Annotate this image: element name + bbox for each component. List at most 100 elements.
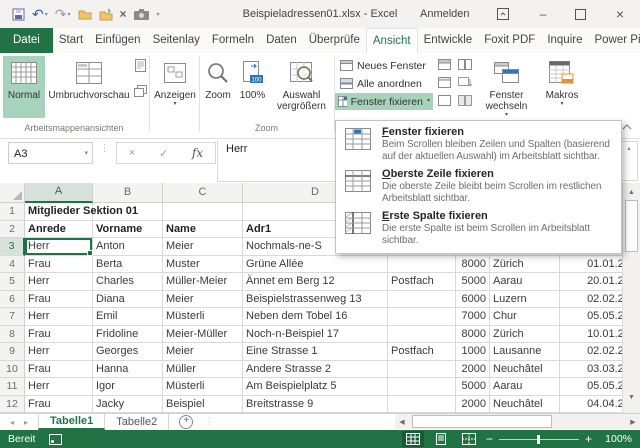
cell-a8[interactable]: Frau	[25, 326, 93, 344]
ribbon-tab-formeln[interactable]: Formeln	[206, 28, 260, 53]
cell-d7[interactable]: Neben dem Tobel 16	[243, 308, 388, 326]
cell-a12[interactable]: Frau	[25, 396, 93, 414]
page-layout-view-button[interactable]	[133, 58, 148, 73]
row-header-2[interactable]: 2	[0, 221, 25, 239]
row-header-9[interactable]: 9	[0, 343, 25, 361]
sheet-next-icon[interactable]: ▸	[24, 418, 28, 427]
cell-b10[interactable]: Hanna	[93, 361, 163, 379]
menu-item-freeze-panes[interactable]: Fenster fixierenBeim Scrollen bleiben Ze…	[336, 124, 621, 166]
cell-b3[interactable]: Anton	[93, 238, 163, 256]
cell-f7[interactable]: 7000	[456, 308, 490, 326]
row-header-6[interactable]: 6	[0, 291, 25, 309]
status-page-layout-button[interactable]	[430, 431, 452, 447]
cell-d11[interactable]: Am Beispielplatz 5	[243, 378, 388, 396]
sheet-tab-tabelle2[interactable]: Tabelle2	[105, 414, 169, 430]
ribbon-tab-entwickle[interactable]: Entwickle	[418, 28, 479, 53]
vertical-scrollbar-thumb[interactable]	[625, 200, 638, 252]
ribbon-tab-ansicht[interactable]: Ansicht	[366, 28, 418, 53]
tab-split-grip[interactable]: ⋮	[205, 420, 213, 424]
cell-b8[interactable]: Fridoline	[93, 326, 163, 344]
cell-c6[interactable]: Meier	[163, 291, 243, 309]
close-button[interactable]: ×	[605, 0, 635, 28]
split-button[interactable]	[437, 57, 452, 72]
cell-a9[interactable]: Herr	[25, 343, 93, 361]
cell-c5[interactable]: Müller-Meier	[163, 273, 243, 291]
open-folder-icon[interactable]	[78, 5, 92, 23]
save-icon[interactable]	[12, 5, 25, 23]
ribbon-tab-einfügen[interactable]: Einfügen	[89, 28, 146, 53]
ribbon-tab-start[interactable]: Start	[53, 28, 89, 53]
cell-e8[interactable]	[388, 326, 456, 344]
unhide-window-button[interactable]	[437, 93, 452, 108]
horizontal-scrollbar-track[interactable]	[409, 415, 626, 428]
cell-f9[interactable]: 1000	[456, 343, 490, 361]
status-normal-view-button[interactable]	[402, 431, 424, 447]
menu-item-freeze-first-column[interactable]: Erste Spalte fixierenDie erste Spalte is…	[336, 208, 621, 250]
vertical-scrollbar[interactable]: ▲ ▼	[622, 183, 640, 413]
zoom-slider-thumb[interactable]	[537, 435, 540, 444]
import-folder-icon[interactable]	[99, 5, 113, 23]
row-header-4[interactable]: 4	[0, 256, 25, 274]
freeze-panes-button[interactable]: Fenster fixieren ▾	[335, 93, 433, 110]
add-sheet-button[interactable]: +	[179, 415, 193, 429]
cell-c7[interactable]: Müsterli	[163, 308, 243, 326]
camera-icon[interactable]	[134, 5, 149, 23]
normal-view-button[interactable]: Normal	[3, 56, 45, 118]
cell-d5[interactable]: Ännet em Berg 12	[243, 273, 388, 291]
synchronous-scrolling-button[interactable]	[457, 75, 472, 90]
row-header-1[interactable]: 1	[0, 203, 25, 221]
cell-e10[interactable]	[388, 361, 456, 379]
cell-a4[interactable]: Frau	[25, 256, 93, 274]
cell-g12[interactable]: Neuchâtel	[490, 396, 560, 414]
zoom-100-button[interactable]: 100 100%	[236, 56, 269, 118]
row-header-3[interactable]: 3	[0, 238, 25, 256]
cell-d12[interactable]: Breitstrasse 9	[243, 396, 388, 414]
page-break-preview-button[interactable]: Umbruchvorschau	[46, 56, 132, 118]
sheet-prev-icon[interactable]: ◂	[10, 418, 14, 427]
cell-a10[interactable]: Frau	[25, 361, 93, 379]
cell-e7[interactable]	[388, 308, 456, 326]
row-header-11[interactable]: 11	[0, 378, 25, 396]
scroll-left-icon[interactable]: ◀	[395, 418, 409, 426]
select-all-button[interactable]	[0, 183, 25, 203]
cell-f5[interactable]: 5000	[456, 273, 490, 291]
show-group-button[interactable]: Anzeigen ▾	[152, 56, 198, 122]
ribbon-tab-daten[interactable]: Daten	[260, 28, 303, 53]
minimize-button[interactable]: –	[528, 0, 558, 28]
cell-c10[interactable]: Müller	[163, 361, 243, 379]
cancel-entry-button[interactable]: ×	[129, 147, 135, 159]
scroll-down-icon[interactable]: ▼	[625, 391, 638, 404]
macros-button[interactable]: Makros ▾	[540, 56, 584, 122]
ribbon-tab-inquire[interactable]: Inquire	[541, 28, 588, 53]
undo-icon[interactable]: ↶▾	[32, 5, 48, 23]
cell-d10[interactable]: Andere Strasse 2	[243, 361, 388, 379]
switch-windows-button[interactable]: Fenster wechseln ▾	[478, 56, 535, 122]
ribbon-tab-foxit-pdf[interactable]: Foxit PDF	[478, 28, 541, 53]
zoom-to-selection-button[interactable]: Auswahl vergrößern	[271, 56, 332, 122]
cell-d6[interactable]: Beispielstrassenweg 13	[243, 291, 388, 309]
cell-e5[interactable]: Postfach	[388, 273, 456, 291]
zoom-out-button[interactable]: −	[486, 433, 493, 445]
insert-function-button[interactable]: fx	[192, 146, 203, 160]
custom-views-button[interactable]	[133, 83, 148, 98]
cell-a3[interactable]: Herr	[25, 238, 93, 256]
scroll-right-icon[interactable]: ▶	[626, 418, 640, 426]
cell-g11[interactable]: Aarau	[490, 378, 560, 396]
cell-f4[interactable]: 8000	[456, 256, 490, 274]
redo-icon[interactable]: ↷▾	[55, 5, 71, 23]
name-box[interactable]: A3 ▾	[8, 142, 93, 164]
row-header-5[interactable]: 5	[0, 273, 25, 291]
cell-b11[interactable]: Igor	[93, 378, 163, 396]
row-header-10[interactable]: 10	[0, 361, 25, 379]
horizontal-scrollbar-thumb[interactable]	[412, 415, 552, 428]
cell-g4[interactable]: Zürich	[490, 256, 560, 274]
cell-e4[interactable]	[388, 256, 456, 274]
cell-b2[interactable]: Vorname	[93, 221, 163, 239]
ribbon-display-options-button[interactable]	[488, 0, 518, 28]
row-header-7[interactable]: 7	[0, 308, 25, 326]
confirm-entry-button[interactable]: ✓	[159, 147, 168, 160]
view-side-by-side-button[interactable]	[457, 57, 472, 72]
cell-a1[interactable]: Mitglieder Sektion 01	[25, 203, 93, 221]
cell-b5[interactable]: Charles	[93, 273, 163, 291]
new-window-button[interactable]: Neues Fenster	[337, 57, 429, 74]
